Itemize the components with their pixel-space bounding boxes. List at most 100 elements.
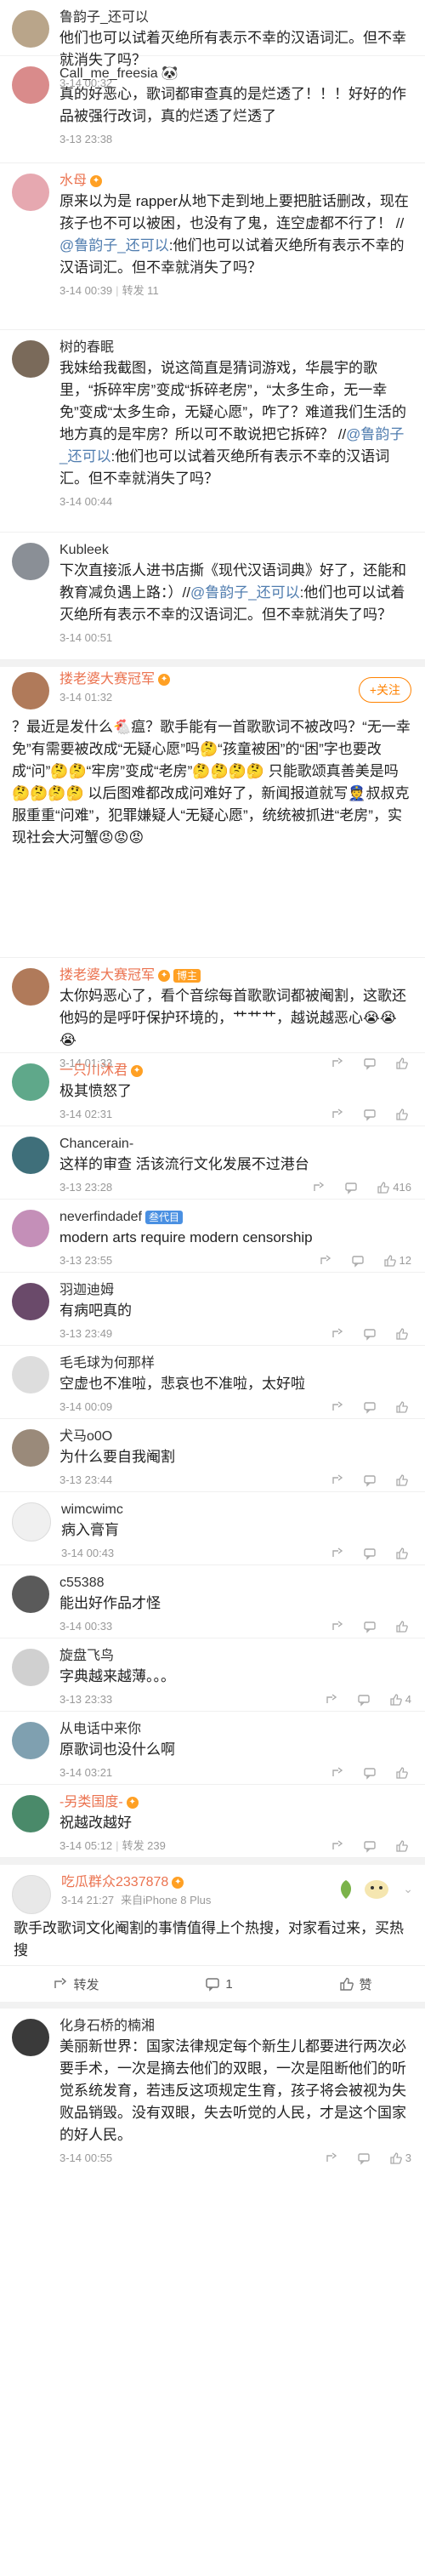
comment-author[interactable]: 毛毛球为何那样: [60, 1354, 411, 1373]
share-button[interactable]: [331, 1473, 344, 1487]
avatar[interactable]: [12, 10, 49, 48]
avatar[interactable]: [12, 1502, 51, 1542]
share-button[interactable]: [331, 1766, 344, 1780]
comment-author[interactable]: 从电话中来你: [60, 1720, 411, 1739]
comment-author[interactable]: 旋盘飞鸟: [60, 1647, 411, 1666]
share-button[interactable]: [325, 2151, 338, 2165]
author-name[interactable]: 搂老婆大赛冠军: [60, 670, 155, 689]
like-button[interactable]: [395, 1327, 411, 1341]
author-name[interactable]: Call_me_freesia: [60, 65, 158, 83]
like-button[interactable]: [395, 1400, 411, 1414]
reply-button[interactable]: [344, 1181, 358, 1194]
like-button[interactable]: 4: [389, 1691, 411, 1708]
reply-button[interactable]: [357, 1693, 371, 1707]
comment-author[interactable]: Chancerain-: [60, 1135, 411, 1154]
avatar[interactable]: [12, 968, 49, 1006]
author-name[interactable]: Kubleek: [60, 541, 109, 560]
author-name[interactable]: -另类国度-: [60, 1793, 123, 1812]
avatar[interactable]: [12, 66, 49, 104]
like-button[interactable]: 416: [377, 1179, 411, 1196]
like-button[interactable]: 3: [389, 2150, 411, 2167]
share-button[interactable]: [331, 1620, 344, 1633]
author-name[interactable]: 鲁韵子_还可以: [60, 9, 149, 27]
share-button[interactable]: [331, 1108, 344, 1121]
share-button[interactable]: [331, 1400, 344, 1414]
author-name[interactable]: 吃瓜群众2337878: [61, 1873, 168, 1892]
avatar[interactable]: [12, 1875, 51, 1914]
like-button[interactable]: [395, 1547, 411, 1560]
comment-author[interactable]: 化身石桥的楠湘: [60, 2017, 411, 2036]
avatar[interactable]: [12, 1210, 49, 1247]
avatar[interactable]: [12, 340, 49, 378]
comment-author[interactable]: c55388: [60, 1574, 411, 1593]
author-name[interactable]: neverfindadef: [60, 1208, 142, 1227]
author-name[interactable]: 羽迦迪姆: [60, 1281, 114, 1300]
reply-button[interactable]: [363, 1839, 377, 1853]
repost-button[interactable]: 转发: [53, 1975, 99, 1993]
mention-link[interactable]: @鲁韵子_还可以: [60, 237, 169, 254]
follow-button[interactable]: +关注: [358, 677, 411, 703]
author-name[interactable]: 犬马o0O: [60, 1428, 112, 1446]
comment-author[interactable]: 犬马o0O: [60, 1428, 411, 1446]
comment-button[interactable]: 1: [205, 1976, 233, 1992]
share-button[interactable]: [331, 1327, 344, 1341]
avatar[interactable]: [12, 1137, 49, 1174]
reply-button[interactable]: [363, 1327, 377, 1341]
avatar[interactable]: [12, 174, 49, 211]
avatar[interactable]: [12, 1576, 49, 1613]
share-button[interactable]: [331, 1839, 344, 1853]
comment-author[interactable]: wimcwimc: [61, 1501, 411, 1519]
reply-button[interactable]: [363, 1620, 377, 1633]
comment-author[interactable]: 一只川沐君 ✦: [60, 1062, 411, 1080]
share-button[interactable]: [331, 1547, 344, 1560]
like-button[interactable]: [395, 1473, 411, 1487]
reply-button[interactable]: [363, 1108, 377, 1121]
reply-button[interactable]: [363, 1400, 377, 1414]
avatar[interactable]: [12, 1649, 49, 1686]
share-button[interactable]: [312, 1181, 326, 1194]
reply-button[interactable]: [357, 2151, 371, 2165]
reply-button[interactable]: [363, 1473, 377, 1487]
like-button[interactable]: [395, 1766, 411, 1780]
like-button[interactable]: [395, 1108, 411, 1121]
avatar[interactable]: [12, 1356, 49, 1393]
comment-author[interactable]: 树的春眠: [60, 339, 411, 357]
share-button[interactable]: [319, 1254, 332, 1268]
avatar[interactable]: [12, 1063, 49, 1101]
repost-count[interactable]: 转发 11: [122, 282, 159, 299]
author-name[interactable]: 毛毛球为何那样: [60, 1354, 155, 1373]
repost-count[interactable]: 转发 239: [122, 1838, 166, 1855]
author-name[interactable]: Chancerain-: [60, 1135, 133, 1154]
comment-author[interactable]: 水母 ✦: [60, 172, 411, 191]
author-name[interactable]: wimcwimc: [61, 1501, 123, 1519]
like-button[interactable]: [395, 1839, 411, 1853]
comment-author[interactable]: 羽迦迪姆: [60, 1281, 411, 1300]
mention-link[interactable]: @鲁韵子_还可以: [190, 584, 300, 601]
reply-button[interactable]: [351, 1254, 365, 1268]
like-button[interactable]: [395, 1620, 411, 1633]
avatar[interactable]: [12, 1283, 49, 1320]
author-name[interactable]: 化身石桥的楠湘: [60, 2017, 155, 2036]
reply-button[interactable]: [363, 1766, 377, 1780]
author-name[interactable]: 从电话中来你: [60, 1720, 141, 1739]
reply-button[interactable]: [363, 1547, 377, 1560]
author-name[interactable]: c55388: [60, 1574, 105, 1593]
avatar[interactable]: [12, 1429, 49, 1467]
share-button[interactable]: [325, 1693, 338, 1707]
avatar[interactable]: [12, 672, 49, 710]
author-name[interactable]: 旋盘飞鸟: [60, 1647, 114, 1666]
author-name[interactable]: 一只川沐君: [60, 1062, 128, 1080]
author-name[interactable]: 搂老婆大赛冠军: [60, 966, 155, 985]
comment-author[interactable]: -另类国度- ✦: [60, 1793, 411, 1812]
avatar[interactable]: [12, 543, 49, 580]
avatar[interactable]: [12, 2019, 49, 2056]
avatar[interactable]: [12, 1795, 49, 1832]
comment-author[interactable]: 鲁韵子_还可以: [60, 9, 411, 27]
avatar[interactable]: [12, 1722, 49, 1759]
like-button[interactable]: 12: [383, 1252, 411, 1269]
comment-author[interactable]: neverfindadef 叁代目: [60, 1208, 411, 1227]
author-name[interactable]: 水母: [60, 172, 87, 191]
author-name[interactable]: 树的春眠: [60, 339, 114, 357]
comment-author[interactable]: Call_me_freesia 🐼: [60, 65, 411, 83]
like-button[interactable]: 赞: [339, 1975, 372, 1993]
